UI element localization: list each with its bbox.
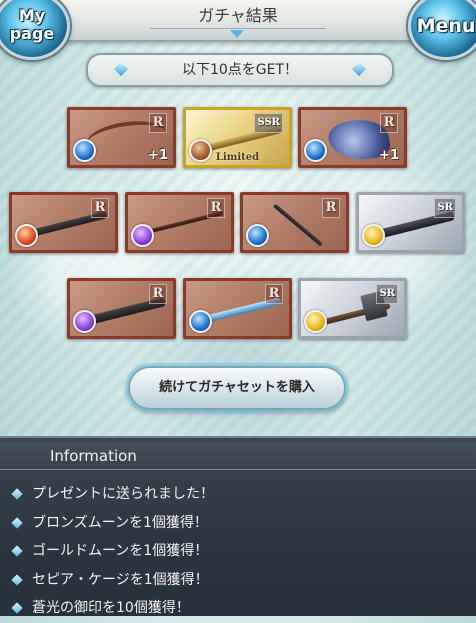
water-element-icon <box>246 224 269 247</box>
item-card-2[interactable]: SSR Limited <box>183 107 292 168</box>
list-item: ブロンズムーンを1個獲得！ <box>0 509 476 538</box>
rarity-badge: SR <box>376 284 398 304</box>
light-element-icon <box>362 224 385 247</box>
water-element-icon <box>189 310 212 333</box>
header-bar: ガチャ結果 <box>0 0 476 42</box>
item-card-8[interactable]: R <box>67 278 176 339</box>
dark-element-icon <box>131 224 154 247</box>
diamond-bullet-icon <box>11 573 23 586</box>
item-card-6[interactable]: R <box>240 192 349 253</box>
buy-gacha-set-button[interactable]: 続けてガチャセットを購入 <box>128 366 346 410</box>
rarity-badge: SR <box>434 198 456 218</box>
result-banner: 以下10点をGET！ <box>86 53 394 87</box>
limited-badge: Limited <box>215 152 260 163</box>
information-list: プレゼントに送られました！ ブロンズムーンを1個獲得！ ゴールドムーンを1個獲得… <box>0 480 476 623</box>
result-banner-text: 以下10点をGET！ <box>181 62 299 78</box>
diamond-bullet-icon <box>11 545 23 557</box>
information-panel: Information プレゼントに送られました！ ブロンズムーンを1個獲得！ … <box>0 436 476 616</box>
diamond-icon <box>113 61 129 77</box>
item-card-9[interactable]: R <box>183 278 292 339</box>
light-element-icon <box>304 310 327 333</box>
scythe-icon <box>272 203 324 247</box>
mypage-button-label: My page <box>9 6 55 43</box>
item-card-4[interactable]: R <box>9 192 118 253</box>
rarity-badge: R <box>207 198 225 218</box>
item-card-3[interactable]: R +1 <box>298 107 407 168</box>
item-card-1[interactable]: R +1 <box>67 107 176 168</box>
rarity-badge: R <box>149 284 167 304</box>
item-card-5[interactable]: R <box>125 192 234 253</box>
diamond-bullet-icon <box>11 516 23 529</box>
rarity-badge: R <box>265 284 283 304</box>
page-title: ガチャ結果 <box>150 4 326 29</box>
info-message: ブロンズムーンを1個獲得！ <box>32 514 208 531</box>
rarity-badge: R <box>91 198 109 218</box>
item-card-7[interactable]: SR <box>356 192 465 253</box>
info-message: ゴールドムーンを1個獲得！ <box>32 543 209 559</box>
water-element-icon <box>304 139 327 162</box>
diamond-bullet-icon <box>11 602 23 614</box>
item-card-10[interactable]: SR <box>298 278 407 339</box>
water-element-icon <box>73 139 96 162</box>
information-title: Information <box>0 442 476 470</box>
title-arrow-icon <box>230 30 244 38</box>
rarity-badge: R <box>380 113 398 133</box>
list-item: ゴールドムーンを1個獲得！ <box>0 537 476 566</box>
fire-element-icon <box>15 224 38 247</box>
info-message: セピア・ケージを1個獲得！ <box>32 571 209 588</box>
diamond-icon <box>351 61 367 77</box>
rarity-badge: R <box>149 113 167 133</box>
menu-button-label: Menu <box>416 15 476 37</box>
plus-badge: +1 <box>148 148 168 163</box>
diamond-bullet-icon <box>11 488 23 500</box>
rarity-badge: R <box>322 198 340 218</box>
list-item: プレゼントに送られました！ <box>0 480 476 509</box>
rarity-badge: SSR <box>254 113 283 133</box>
plus-badge: +1 <box>379 148 399 163</box>
info-message: プレゼントに送られました！ <box>32 486 214 502</box>
list-item: 蒼光の御印を10個獲得！ <box>0 594 476 623</box>
list-item: セピア・ケージを1個獲得！ <box>0 566 476 595</box>
dark-element-icon <box>73 310 96 333</box>
